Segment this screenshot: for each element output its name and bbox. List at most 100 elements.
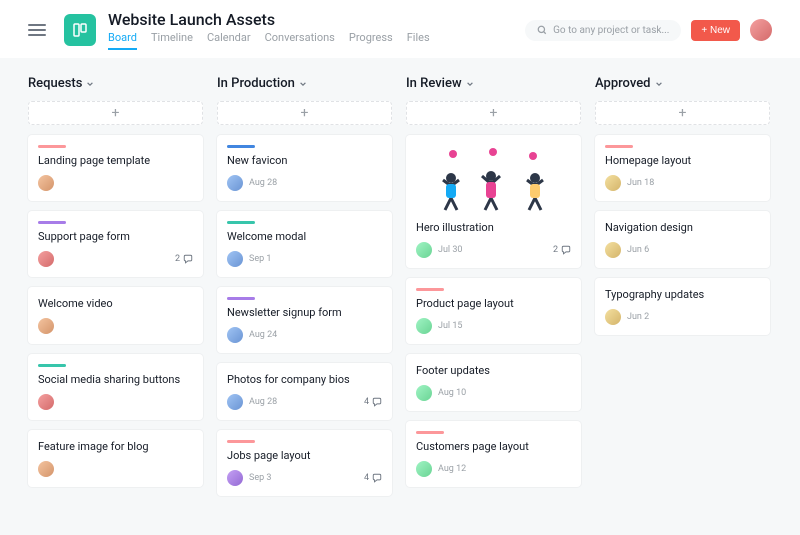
column-in-production: In Production + New favicon Aug 28 Welcome m… xyxy=(217,76,392,517)
due-date: Sep 3 xyxy=(249,473,271,483)
card-title: Product page layout xyxy=(416,297,571,310)
due-date: Aug 28 xyxy=(249,178,277,188)
card-title: Typography updates xyxy=(605,288,760,301)
add-card-button[interactable]: + xyxy=(406,101,581,125)
menu-icon[interactable] xyxy=(28,24,46,36)
chevron-down-icon xyxy=(466,80,474,88)
assignee-avatar[interactable] xyxy=(416,242,432,258)
task-card[interactable]: Homepage layoutJun 18 xyxy=(595,135,770,201)
task-card[interactable]: Welcome modalSep 1 xyxy=(217,211,392,277)
project-logo[interactable] xyxy=(64,14,96,46)
column-title: In Production xyxy=(217,76,295,91)
comment-count[interactable]: 4 xyxy=(364,473,382,483)
task-card[interactable]: Customers page layoutAug 12 xyxy=(406,421,581,487)
card-label-stripe xyxy=(38,364,66,367)
comment-icon xyxy=(372,397,382,407)
card-title: Welcome modal xyxy=(227,230,382,243)
add-card-button[interactable]: + xyxy=(217,101,392,125)
comment-icon xyxy=(372,473,382,483)
kanban-board: Requests + Landing page template Support pa… xyxy=(0,58,800,535)
app-header: Website Launch Assets Board Timeline Calen… xyxy=(0,0,800,50)
assignee-avatar[interactable] xyxy=(227,327,243,343)
due-date: Jun 2 xyxy=(627,312,649,322)
assignee-avatar[interactable] xyxy=(38,251,54,267)
project-title: Website Launch Assets xyxy=(108,10,525,29)
task-card[interactable]: Navigation designJun 6 xyxy=(595,211,770,268)
column-header[interactable]: Requests xyxy=(28,76,203,91)
assignee-avatar[interactable] xyxy=(38,318,54,334)
task-card[interactable]: Social media sharing buttons xyxy=(28,354,203,420)
task-card[interactable]: Welcome video xyxy=(28,287,203,344)
task-card[interactable]: Photos for company biosAug 284 xyxy=(217,363,392,420)
column-header[interactable]: In Production xyxy=(217,76,392,91)
column-title: Approved xyxy=(595,76,651,91)
task-card[interactable]: Feature image for blog xyxy=(28,430,203,487)
assignee-avatar[interactable] xyxy=(38,394,54,410)
new-button[interactable]: + New xyxy=(691,20,740,41)
card-title: Social media sharing buttons xyxy=(38,373,193,386)
assignee-avatar[interactable] xyxy=(227,470,243,486)
assignee-avatar[interactable] xyxy=(227,175,243,191)
task-card[interactable]: Product page layout Jul 15 xyxy=(406,278,581,344)
card-title: Footer updates xyxy=(416,364,571,377)
card-title: Support page form xyxy=(38,230,193,243)
add-card-button[interactable]: + xyxy=(28,101,203,125)
assignee-avatar[interactable] xyxy=(38,461,54,477)
card-label-stripe xyxy=(227,297,255,300)
column-header[interactable]: Approved xyxy=(595,76,770,91)
plus-icon: + xyxy=(112,106,120,120)
task-card[interactable]: Hero illustrationJul 302 xyxy=(406,135,581,268)
search-input[interactable]: Go to any project or task... xyxy=(525,20,681,41)
tab-files[interactable]: Files xyxy=(407,31,430,50)
task-card[interactable]: Newsletter signup formAug 24 xyxy=(217,287,392,353)
task-card[interactable]: Typography updates Jun 2 xyxy=(595,278,770,335)
assignee-avatar[interactable] xyxy=(38,175,54,191)
assignee-avatar[interactable] xyxy=(416,318,432,334)
tab-conversations[interactable]: Conversations xyxy=(265,31,335,50)
tab-progress[interactable]: Progress xyxy=(349,31,393,50)
comment-count[interactable]: 4 xyxy=(364,397,382,407)
assignee-avatar[interactable] xyxy=(605,242,621,258)
comment-count[interactable]: 2 xyxy=(553,245,571,255)
task-card[interactable]: Support page form 2 xyxy=(28,211,203,277)
tab-calendar[interactable]: Calendar xyxy=(207,31,251,50)
due-date: Aug 24 xyxy=(249,330,277,340)
hero-illustration xyxy=(416,145,571,215)
search-icon xyxy=(537,25,547,35)
task-card[interactable]: Jobs page layoutSep 34 xyxy=(217,430,392,496)
user-avatar[interactable] xyxy=(750,19,772,41)
card-title: Feature image for blog xyxy=(38,440,193,453)
assignee-avatar[interactable] xyxy=(605,309,621,325)
card-title: Landing page template xyxy=(38,154,193,167)
due-date: Jun 6 xyxy=(627,245,649,255)
card-label-stripe xyxy=(38,221,66,224)
chevron-down-icon xyxy=(655,80,663,88)
plus-icon: + xyxy=(490,106,498,120)
card-title: Photos for company bios xyxy=(227,373,382,386)
chevron-down-icon xyxy=(299,80,307,88)
column-header[interactable]: In Review xyxy=(406,76,581,91)
card-title: New favicon xyxy=(227,154,382,167)
card-title: Customers page layout xyxy=(416,440,571,453)
due-date: Aug 10 xyxy=(438,388,466,398)
chevron-down-icon xyxy=(86,80,94,88)
tab-timeline[interactable]: Timeline xyxy=(151,31,193,50)
assignee-avatar[interactable] xyxy=(416,461,432,477)
assignee-avatar[interactable] xyxy=(227,394,243,410)
card-label-stripe xyxy=(38,145,66,148)
tab-board[interactable]: Board xyxy=(108,31,137,50)
task-card[interactable]: New favicon Aug 28 xyxy=(217,135,392,201)
task-card[interactable]: Landing page template xyxy=(28,135,203,201)
assignee-avatar[interactable] xyxy=(227,251,243,267)
task-card[interactable]: Footer updates Aug 10 xyxy=(406,354,581,411)
plus-icon: + xyxy=(301,106,309,120)
card-label-stripe xyxy=(416,288,444,291)
due-date: Jul 30 xyxy=(438,245,462,255)
comment-icon xyxy=(183,254,193,264)
assignee-avatar[interactable] xyxy=(416,385,432,401)
comment-count[interactable]: 2 xyxy=(175,254,193,264)
comment-icon xyxy=(561,245,571,255)
add-card-button[interactable]: + xyxy=(595,101,770,125)
due-date: Jul 15 xyxy=(438,321,462,331)
assignee-avatar[interactable] xyxy=(605,175,621,191)
